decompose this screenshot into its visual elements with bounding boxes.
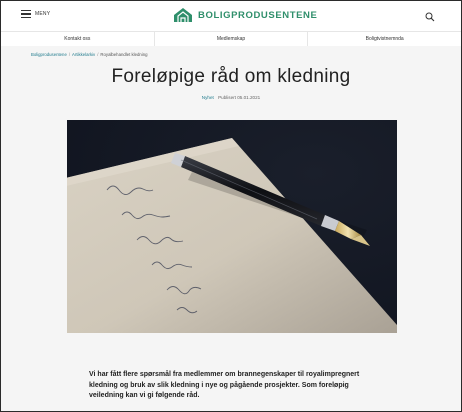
site-header: MENY BOLIGPRODUSENTENE bbox=[1, 1, 461, 32]
breadcrumb-item[interactable]: Artikkelarkiv bbox=[72, 52, 95, 57]
breadcrumb-current: Royalbehandlet kledning bbox=[100, 52, 148, 57]
article-meta: Nyhet Publisert 05.01.2021 bbox=[1, 95, 461, 100]
menu-button[interactable]: MENY bbox=[21, 10, 50, 18]
article-content: Boligprodusentene / Artikkelarkiv / Royalbeh… bbox=[1, 46, 461, 411]
breadcrumb: Boligprodusentene / Artikkelarkiv / Royalbeh… bbox=[31, 52, 147, 57]
breadcrumb-item[interactable]: Boligprodusentene bbox=[31, 52, 67, 57]
site-logo[interactable]: BOLIGPRODUSENTENE bbox=[173, 7, 317, 23]
search-button[interactable] bbox=[425, 9, 435, 27]
search-icon bbox=[425, 12, 435, 22]
hamburger-icon bbox=[21, 10, 31, 18]
menu-label: MENY bbox=[35, 11, 51, 17]
nav-item-medlemskap[interactable]: Medlemskap bbox=[155, 32, 309, 46]
publish-date: Publisert 05.01.2021 bbox=[218, 95, 261, 100]
article-tag[interactable]: Nyhet bbox=[202, 95, 214, 100]
house-logo-icon bbox=[174, 8, 192, 22]
brand-name: BOLIGPRODUSENTENE bbox=[198, 9, 318, 21]
nav-item-kontakt[interactable]: Kontakt oss bbox=[1, 32, 155, 46]
breadcrumb-separator: / bbox=[68, 52, 71, 57]
breadcrumb-separator: / bbox=[97, 52, 99, 57]
main-nav: Kontakt oss Medlemskap Boligtvistnemnda bbox=[1, 32, 461, 47]
page-title: Foreløpige råd om kledning bbox=[111, 66, 351, 87]
browser-viewport: MENY BOLIGPRODUSENTENE Kontakt oss Medle… bbox=[0, 0, 462, 412]
pen-on-letter-illustration bbox=[67, 120, 397, 333]
article-intro: Vi har fått flere spørsmål fra medlemmer… bbox=[89, 371, 360, 399]
hero-image bbox=[67, 120, 397, 333]
nav-item-boligtvistnemnda[interactable]: Boligtvistnemnda bbox=[308, 32, 461, 46]
